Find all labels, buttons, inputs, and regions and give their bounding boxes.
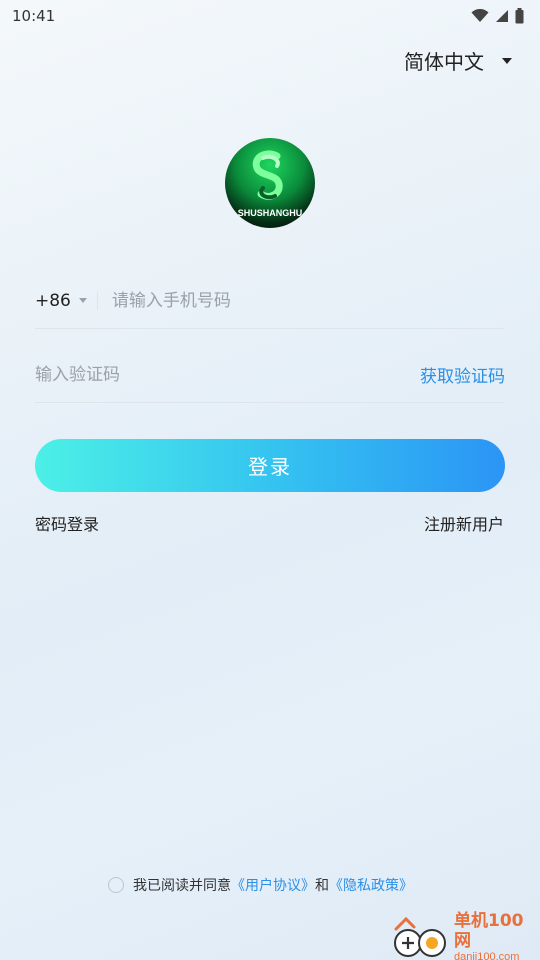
watermark-logo-icon bbox=[392, 915, 452, 959]
battery-icon bbox=[515, 8, 524, 24]
logo-text: SHUSHANGHU bbox=[237, 208, 303, 218]
country-code-divider bbox=[96, 291, 98, 310]
user-agreement-link[interactable]: 《用户协议》 bbox=[231, 875, 315, 895]
status-bar: 10:41 bbox=[0, 0, 540, 32]
watermark: 单机100网 danji100.com bbox=[392, 911, 540, 960]
wifi-icon bbox=[471, 9, 489, 23]
get-code-button[interactable]: 获取验证码 bbox=[420, 362, 505, 387]
watermark-url: danji100.com bbox=[454, 950, 520, 960]
country-code-selector[interactable]: +86 bbox=[35, 291, 87, 311]
phone-row: +86 bbox=[35, 273, 505, 329]
agreement-prefix: 我已阅读并同意 bbox=[133, 878, 231, 894]
phone-input[interactable] bbox=[111, 290, 432, 311]
signal-icon bbox=[495, 9, 509, 23]
code-row: 获取验证码 bbox=[35, 347, 505, 403]
language-label: 简体中文 bbox=[404, 50, 484, 74]
login-button[interactable]: 登录 bbox=[35, 439, 505, 492]
agree-checkbox[interactable] bbox=[108, 877, 124, 893]
privacy-policy-link[interactable]: 《隐私政策》 bbox=[329, 875, 413, 895]
status-time: 10:41 bbox=[12, 7, 56, 25]
status-icons bbox=[471, 8, 524, 24]
caret-down-icon bbox=[78, 298, 87, 303]
caret-down-icon bbox=[502, 57, 512, 64]
country-code-value: +86 bbox=[35, 290, 71, 311]
register-link[interactable]: 注册新用户 bbox=[424, 511, 504, 535]
verification-code-input[interactable] bbox=[35, 364, 355, 385]
language-selector[interactable]: 简体中文 bbox=[404, 46, 512, 75]
password-login-link[interactable]: 密码登录 bbox=[35, 511, 99, 535]
watermark-title: 单机100网 bbox=[454, 910, 524, 951]
agreement-row: 我已阅读并同意 《用户协议》 和 《隐私政策》 bbox=[108, 875, 413, 895]
watermark-text: 单机100网 danji100.com bbox=[454, 911, 540, 960]
agreement-and: 和 bbox=[315, 878, 329, 894]
app-logo: SHUSHANGHU bbox=[225, 138, 315, 228]
